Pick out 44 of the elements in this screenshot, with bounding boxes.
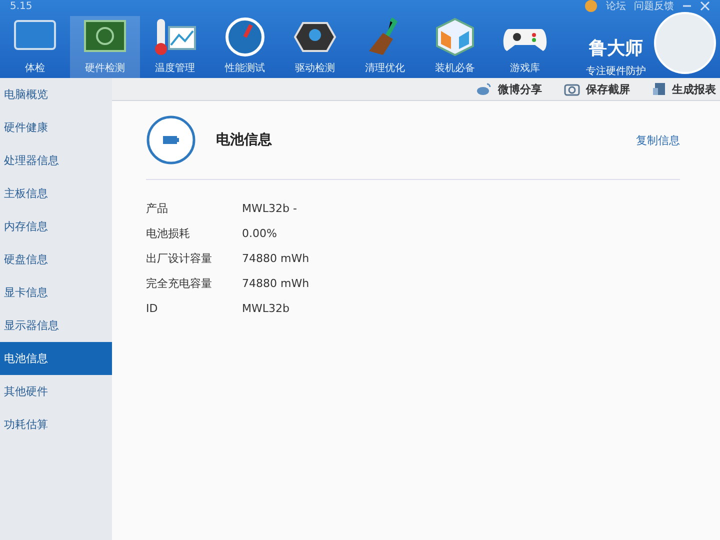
- nav-tab[interactable]: 驱动检测: [280, 16, 350, 78]
- brand-slogan: 专注硬件防护: [586, 64, 646, 78]
- sidebar-item[interactable]: 电脑概览: [0, 78, 112, 111]
- close-icon[interactable]: [700, 1, 710, 11]
- sidebar-item[interactable]: 主板信息: [0, 177, 112, 210]
- toolbar-button[interactable]: 保存截屏: [564, 82, 630, 96]
- info-value: MWL32b -: [242, 202, 297, 215]
- sidebar-item[interactable]: 功耗估算: [0, 408, 112, 441]
- copy-info-link[interactable]: 复制信息: [636, 132, 680, 148]
- brand-name: 鲁大师: [589, 37, 643, 60]
- nav-tab[interactable]: 装机必备: [420, 16, 490, 78]
- nav-tab[interactable]: 游戏库: [490, 16, 560, 78]
- info-value: 74880 mWh: [242, 277, 310, 290]
- sidebar-item[interactable]: 显示器信息: [0, 309, 112, 342]
- top-link[interactable]: 问题反馈: [634, 0, 674, 13]
- sidebar-item[interactable]: 内存信息: [0, 210, 112, 243]
- info-label: 出厂设计容量: [146, 251, 213, 266]
- nav-tab[interactable]: 硬件检测: [70, 16, 140, 78]
- battery-icon: [146, 115, 196, 165]
- report-icon: [652, 82, 666, 96]
- sidebar-item[interactable]: 电池信息: [0, 342, 112, 375]
- info-label: 产品: [146, 201, 169, 216]
- info-value: 74880 mWh: [242, 252, 310, 265]
- toolbar-button[interactable]: 微博分享: [476, 82, 542, 96]
- sidebar-item[interactable]: 硬件健康: [0, 111, 112, 144]
- version-label: 5.15: [10, 0, 32, 12]
- info-value: MWL32b: [242, 302, 290, 315]
- sidebar-item[interactable]: 显卡信息: [0, 276, 112, 309]
- camera-icon: [564, 82, 580, 96]
- top-link[interactable]: 论坛: [606, 0, 626, 13]
- panel-title: 电池信息: [216, 131, 272, 149]
- nav-tab[interactable]: 体检: [0, 16, 70, 78]
- nav-tab[interactable]: 温度管理: [140, 16, 210, 78]
- toolbar-button[interactable]: 生成报表: [652, 82, 716, 96]
- nav-tab[interactable]: 性能测试: [210, 16, 280, 78]
- info-value: 0.00%: [242, 227, 277, 240]
- info-label: ID: [146, 302, 159, 315]
- sidebar-item[interactable]: 硬盘信息: [0, 243, 112, 276]
- info-label: 完全充电容量: [146, 276, 213, 291]
- weibo-icon: [476, 82, 492, 96]
- sidebar-item[interactable]: 其他硬件: [0, 375, 112, 408]
- sidebar-item[interactable]: 处理器信息: [0, 144, 112, 177]
- info-label: 电池损耗: [146, 226, 191, 241]
- nav-tab[interactable]: 清理优化: [350, 16, 420, 78]
